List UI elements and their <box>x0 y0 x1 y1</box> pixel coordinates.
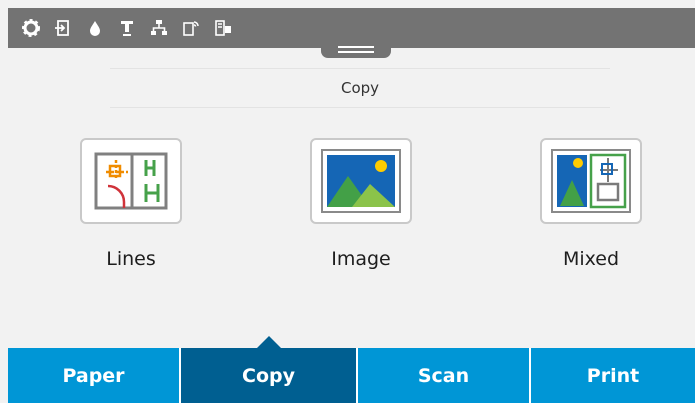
network-icon[interactable] <box>146 15 172 41</box>
tab-copy[interactable]: Copy <box>181 348 358 403</box>
tab-scan[interactable]: Scan <box>358 348 531 403</box>
option-mixed-label: Mixed <box>562 248 620 270</box>
lines-tile[interactable] <box>80 138 182 224</box>
tab-paper[interactable]: Paper <box>8 348 181 403</box>
settings-icon[interactable] <box>18 15 44 41</box>
active-tab-pointer <box>257 336 281 348</box>
lines-plan-icon <box>94 152 168 210</box>
option-image[interactable]: Image <box>276 138 446 288</box>
option-lines-label: Lines <box>106 248 156 270</box>
tab-print[interactable]: Print <box>531 348 695 403</box>
option-lines[interactable]: Lines <box>46 138 216 288</box>
printer-connectivity-icon[interactable] <box>210 15 236 41</box>
paper-load-icon[interactable] <box>50 15 76 41</box>
printhead-icon[interactable] <box>114 15 140 41</box>
wireless-direct-icon[interactable] <box>178 15 204 41</box>
image-tile[interactable] <box>310 138 412 224</box>
option-mixed[interactable]: Mixed <box>506 138 676 288</box>
bottom-tab-bar: Paper Copy Scan Print <box>8 348 695 403</box>
mixed-tile[interactable] <box>540 138 642 224</box>
mixed-content-icon <box>551 149 631 213</box>
copy-screen: Copy Lines Image Mixed Paper Copy Scan P… <box>0 0 695 403</box>
ink-drop-icon[interactable] <box>82 15 108 41</box>
page-title: Copy <box>340 79 380 97</box>
image-landscape-icon <box>321 149 401 213</box>
option-image-label: Image <box>331 248 391 270</box>
screen-title-bar: Copy <box>110 68 610 108</box>
notification-pull-tab[interactable] <box>321 40 391 58</box>
